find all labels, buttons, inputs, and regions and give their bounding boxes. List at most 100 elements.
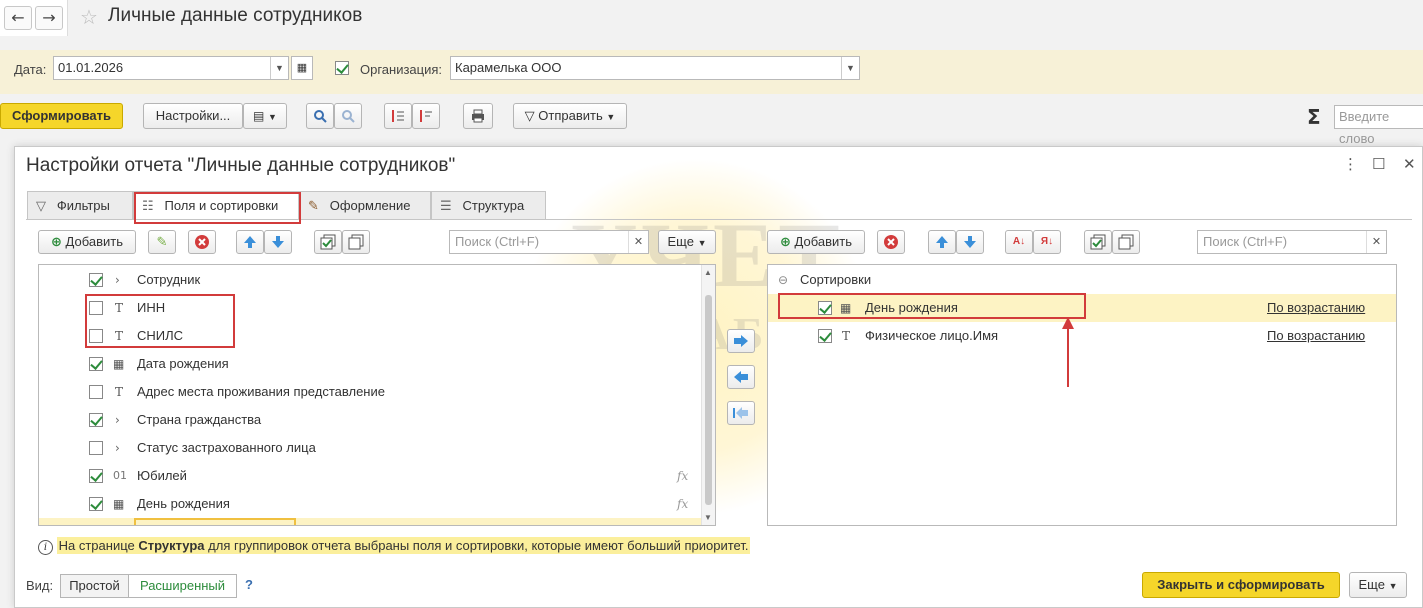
variants-button[interactable]: ▤ ▼ <box>243 103 287 129</box>
field-checkbox[interactable] <box>89 273 103 287</box>
chevron-right-icon[interactable]: › <box>115 266 120 294</box>
edit-pencil-icon[interactable]: ✎ <box>148 230 176 254</box>
back-arrow-icon[interactable]: ← <box>4 6 32 30</box>
fields-list[interactable]: › Сотрудник T ИНН T СНИЛС ▦ Дата рождени… <box>38 264 716 526</box>
collapse-groups-icon[interactable] <box>412 103 440 129</box>
brush-icon: ✎ <box>308 199 319 214</box>
uncheck-all-icon[interactable] <box>342 230 370 254</box>
chevron-down-icon[interactable]: ▼ <box>270 57 288 79</box>
calendar-icon[interactable]: ▦ <box>291 56 313 80</box>
organization-checkbox[interactable] <box>335 61 349 75</box>
search-cancel-icon[interactable] <box>334 103 362 129</box>
tab-structure-label: Структура <box>462 198 525 213</box>
add-sort-button[interactable]: ⊕ Добавить <box>767 230 865 254</box>
view-extended-button[interactable]: Расширенный <box>129 574 237 598</box>
field-row-anniversary[interactable]: 01 Юбилей fx <box>39 462 715 490</box>
clear-search-icon[interactable]: ✕ <box>628 231 648 253</box>
field-checkbox[interactable] <box>89 497 103 511</box>
formula-icon: fx <box>677 469 689 483</box>
organization-field[interactable]: Карамелька ООО ▼ <box>450 56 860 80</box>
fields-search-input[interactable]: Поиск (Ctrl+F) ✕ <box>449 230 649 254</box>
sort-descending-icon[interactable]: Я↓ <box>1033 230 1061 254</box>
clear-search-icon[interactable]: ✕ <box>1366 231 1386 253</box>
view-simple-button[interactable]: Простой <box>60 574 129 598</box>
move-down-icon[interactable] <box>956 230 984 254</box>
tab-fields-sorting[interactable]: ☷ Поля и сортировки <box>133 191 299 220</box>
maximize-icon[interactable]: ☐ <box>1372 155 1385 173</box>
calendar-icon: ▦ <box>113 497 125 511</box>
tab-filters[interactable]: ▽ Фильтры <box>27 191 133 219</box>
check-all-icon[interactable] <box>1084 230 1112 254</box>
close-icon[interactable]: ✕ <box>1403 155 1416 173</box>
generate-button[interactable]: Сформировать <box>0 103 123 129</box>
sort-checkbox[interactable] <box>818 329 832 343</box>
sort-checkbox[interactable] <box>818 301 832 315</box>
print-icon[interactable] <box>463 103 493 129</box>
field-row-insured-status[interactable]: › Статус застрахованного лица <box>39 434 715 462</box>
chevron-right-icon[interactable]: › <box>115 406 120 434</box>
field-checkbox[interactable] <box>89 441 103 455</box>
move-all-left-icon[interactable] <box>727 401 755 425</box>
sort-direction-link[interactable]: По возрастанию <box>1267 322 1365 350</box>
organization-label: Организация: <box>360 62 443 77</box>
more-vertical-icon[interactable]: ⋮ <box>1343 155 1358 173</box>
sort-row-name[interactable]: T Физическое лицо.Имя По возрастанию <box>768 322 1396 350</box>
add-field-button[interactable]: ⊕ Добавить <box>38 230 136 254</box>
field-checkbox[interactable] <box>89 357 103 371</box>
forward-arrow-icon[interactable]: → <box>35 6 63 30</box>
footer-more-button[interactable]: Еще ▼ <box>1349 572 1407 598</box>
check-all-icon[interactable] <box>314 230 342 254</box>
move-down-icon[interactable] <box>264 230 292 254</box>
chevron-right-icon[interactable]: › <box>115 434 120 462</box>
footer-more-label: Еще <box>1358 577 1385 592</box>
sort-row-birthday[interactable]: ▦ День рождения По возрастанию <box>768 294 1396 322</box>
help-icon[interactable]: ? <box>245 577 253 592</box>
left-more-button[interactable]: Еще ▼ <box>658 230 716 254</box>
sort-direction-link[interactable]: По возрастанию <box>1267 294 1365 322</box>
field-label: СНИЛС <box>137 328 184 343</box>
sort-ascending-icon[interactable]: A↓ <box>1005 230 1033 254</box>
field-row-birthday[interactable]: ▦ День рождения fx <box>39 490 715 518</box>
field-checkbox[interactable] <box>89 469 103 483</box>
field-checkbox[interactable] <box>89 385 103 399</box>
field-row-snils[interactable]: T СНИЛС <box>39 322 715 350</box>
sorting-list[interactable]: ⊖ Сортировки ▦ День рождения По возраста… <box>767 264 1397 526</box>
uncheck-all-icon[interactable] <box>1112 230 1140 254</box>
window-title: Личные данные сотрудников <box>108 5 363 26</box>
close-and-generate-button[interactable]: Закрыть и сформировать <box>1142 572 1340 598</box>
sum-icon[interactable]: Σ <box>1307 105 1321 129</box>
info-icon: i <box>38 540 53 555</box>
sort-search-input[interactable]: Поиск (Ctrl+F) ✕ <box>1197 230 1387 254</box>
chevron-down-icon[interactable]: ▼ <box>841 57 859 79</box>
scrollbar-thumb[interactable] <box>705 295 712 505</box>
field-checkbox[interactable] <box>89 329 103 343</box>
tab-structure[interactable]: ☰ Структура <box>431 191 546 219</box>
move-left-icon[interactable] <box>727 365 755 389</box>
send-button[interactable]: ▽ Отправить ▼ <box>513 103 627 129</box>
expand-groups-icon[interactable] <box>384 103 412 129</box>
move-up-icon[interactable] <box>236 230 264 254</box>
field-label: Сотрудник <box>137 272 201 287</box>
field-row-birth-date[interactable]: ▦ Дата рождения <box>39 350 715 378</box>
move-up-icon[interactable] <box>928 230 956 254</box>
tab-appearance[interactable]: ✎ Оформление <box>299 191 431 219</box>
send-icon: ▽ <box>524 109 535 124</box>
field-row-inn[interactable]: T ИНН <box>39 294 715 322</box>
field-checkbox[interactable] <box>89 301 103 315</box>
favorite-star-icon[interactable]: ☆ <box>80 5 98 29</box>
search-icon[interactable] <box>306 103 334 129</box>
settings-button[interactable]: Настройки... <box>143 103 243 129</box>
delete-icon[interactable] <box>188 230 216 254</box>
field-row-employee[interactable]: › Сотрудник <box>39 266 715 294</box>
date-field[interactable]: 01.01.2026 ▼ <box>53 56 289 80</box>
sorting-group-row[interactable]: ⊖ Сортировки <box>768 266 1396 294</box>
field-checkbox[interactable] <box>89 413 103 427</box>
toolbar-search-input[interactable]: Введите слово <box>1334 105 1423 146</box>
delete-icon[interactable] <box>877 230 905 254</box>
collapse-icon[interactable]: ⊖ <box>778 266 788 294</box>
dialog-title: Настройки отчета "Личные данные сотрудни… <box>26 155 456 176</box>
fields-scrollbar[interactable]: ▲ ▼ <box>701 265 715 525</box>
move-right-icon[interactable] <box>727 329 755 353</box>
field-row-citizenship[interactable]: › Страна гражданства <box>39 406 715 434</box>
field-row-address[interactable]: T Адрес места проживания представление <box>39 378 715 406</box>
